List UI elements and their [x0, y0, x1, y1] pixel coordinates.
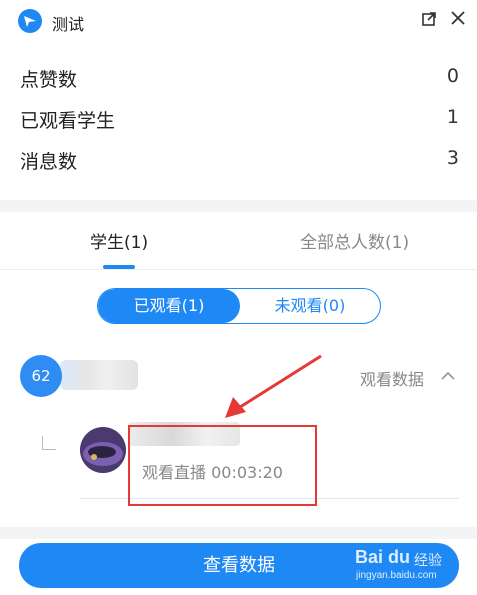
watch-data-toggle[interactable]: 观看数据 [360, 366, 424, 390]
avatar[interactable] [80, 427, 126, 473]
watermark-url: jingyan.baidu.com [356, 570, 437, 581]
popout-icon[interactable] [420, 10, 438, 28]
stat-label: 点赞数 [20, 69, 78, 91]
stat-value: 0 [446, 65, 459, 87]
stat-value: 3 [446, 147, 459, 169]
unwatched-filter-button[interactable]: 未观看(0) [240, 289, 380, 323]
bird-logo-icon [18, 9, 42, 33]
stat-value: 1 [446, 106, 459, 128]
watermark-text: 经验 [414, 553, 442, 569]
watermark-logo: Bai du [355, 547, 411, 567]
close-icon[interactable] [449, 9, 467, 27]
stat-row-watched-students: 已观看学生 1 [0, 97, 477, 138]
section-divider [0, 200, 477, 212]
title-bar: 测试 [0, 0, 477, 44]
stat-row-messages: 消息数 3 [0, 138, 477, 179]
active-tab-indicator [103, 265, 135, 269]
window-title: 测试 [52, 15, 85, 34]
footer-divider [0, 527, 477, 539]
annotation-box [128, 425, 317, 506]
tab-all-people[interactable]: 全部总人数(1) [300, 228, 409, 253]
tree-connector [42, 436, 56, 450]
chevron-up-icon[interactable] [440, 368, 456, 384]
blurred-group-name [60, 360, 138, 390]
stat-label: 已观看学生 [20, 110, 116, 132]
watched-filter-button[interactable]: 已观看(1) [98, 289, 240, 323]
stats-panel: 点赞数 0 已观看学生 1 消息数 3 [0, 56, 477, 179]
tab-students[interactable]: 学生(1) [90, 228, 148, 253]
group-badge: 62 [20, 355, 62, 397]
stat-row-likes: 点赞数 0 [0, 56, 477, 97]
watch-filter-toggle: 已观看(1) 未观看(0) [97, 288, 381, 324]
stat-label: 消息数 [20, 151, 78, 173]
tab-bar: 学生(1) 全部总人数(1) [0, 212, 477, 270]
